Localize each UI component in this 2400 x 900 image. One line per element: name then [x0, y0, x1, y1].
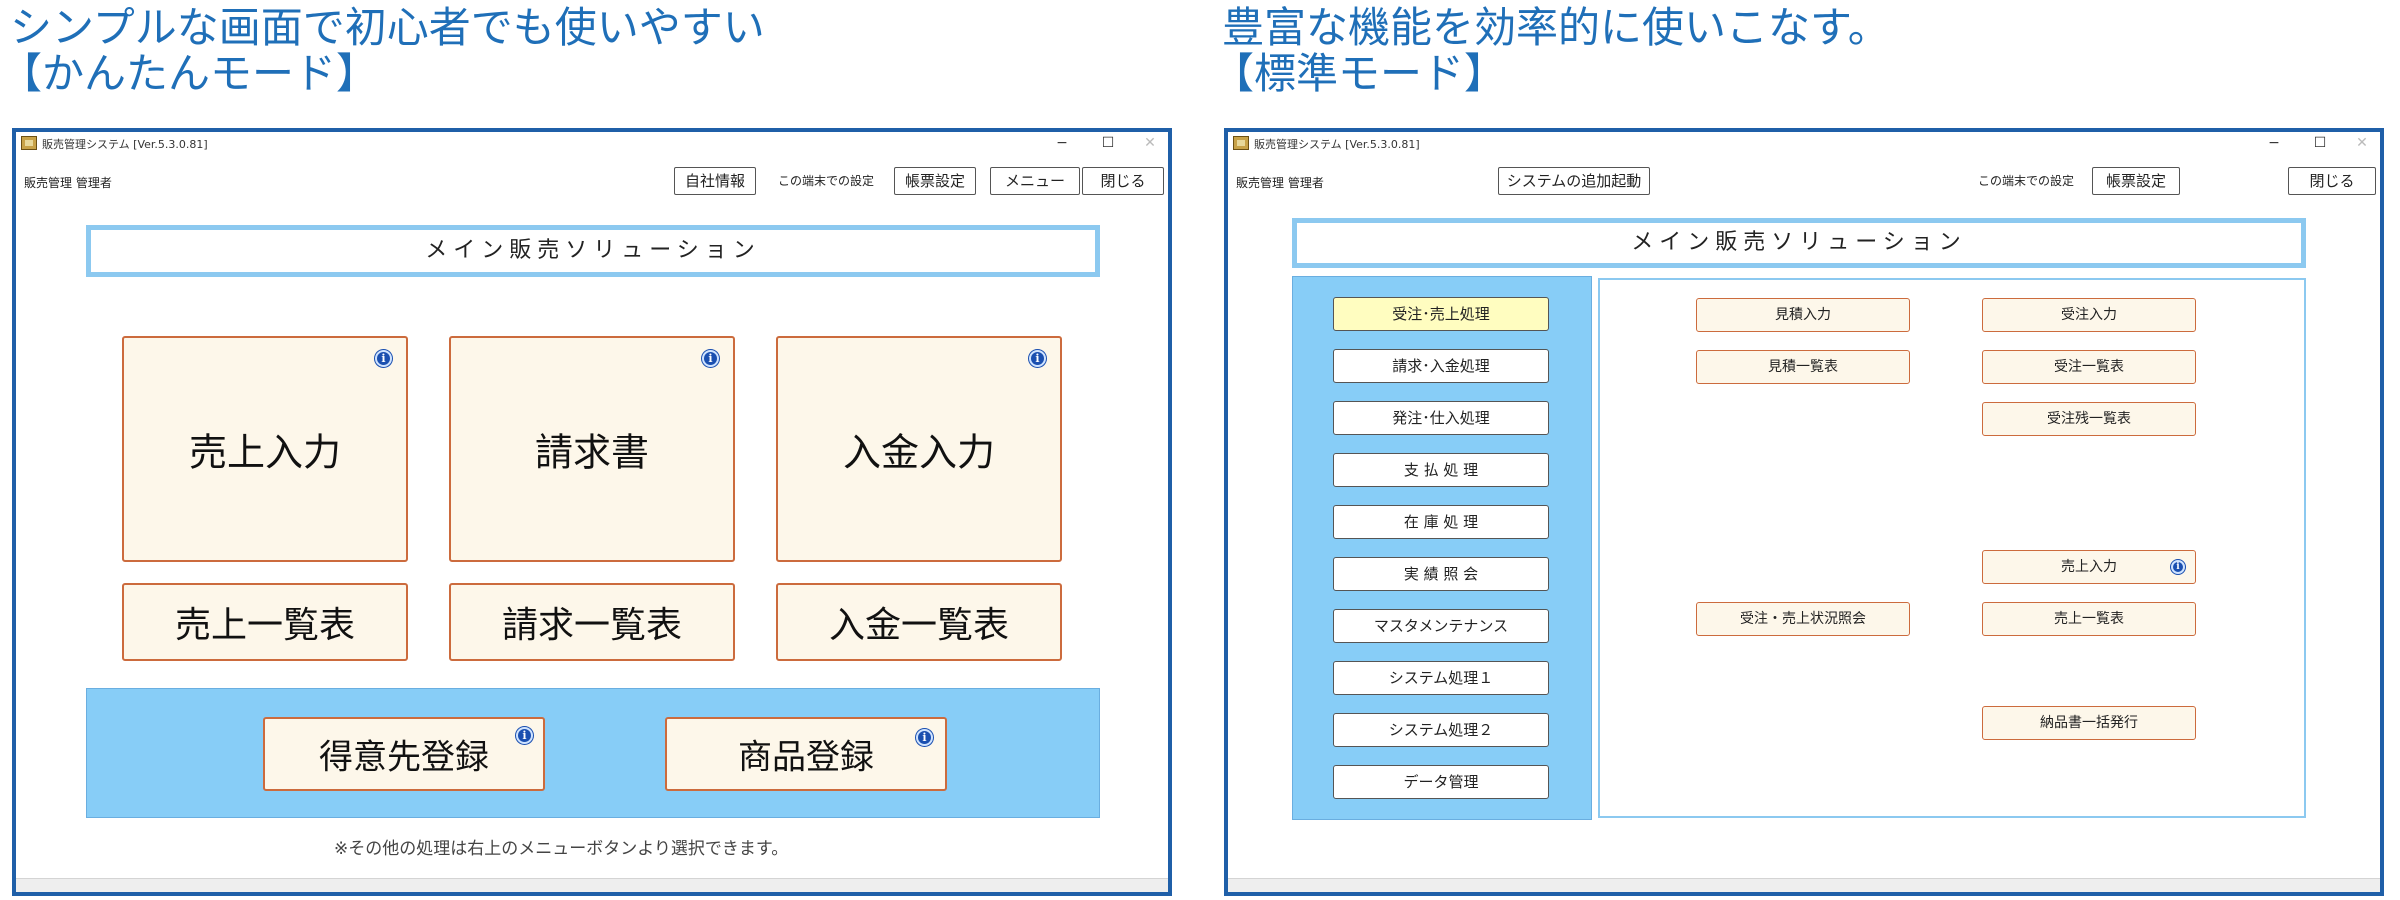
close-button[interactable]: 閉じる [1082, 167, 1164, 195]
invoice-list-label: 請求一覧表 [501, 605, 682, 646]
easy-mode-caption-line1: シンプルな画面で初心者でも使いやすい [10, 3, 765, 52]
info-icon[interactable]: i [702, 350, 719, 367]
close-button[interactable]: 閉じる [2288, 167, 2376, 195]
sales-input-tile[interactable]: 売上入力 i [122, 336, 408, 562]
app-icon [21, 136, 37, 150]
sales-input-label: 売上入力 [188, 430, 341, 475]
order-backlog-button[interactable]: 受注残一覧表 [1982, 402, 2196, 436]
easy-mode-window: 販売管理システム [Ver.5.3.0.81] − ☐ ✕ 販売管理 管理者 自… [12, 128, 1172, 896]
menu-item-payables[interactable]: 支 払 処 理 [1333, 453, 1549, 487]
company-info-button[interactable]: 自社情報 [674, 167, 756, 195]
window-title: 販売管理システム [Ver.5.3.0.81] [1254, 138, 1420, 151]
standard-mode-caption-line2: 【標準モード】 [1212, 49, 1507, 98]
sales-input-button[interactable]: 売上入力 i [1982, 550, 2196, 584]
menu-hint-note: ※その他の処理は右上のメニューボタンより選択できます。 [334, 839, 789, 859]
user-label: 販売管理 管理者 [1236, 176, 1324, 190]
menu-item-system1[interactable]: システム処理１ [1333, 661, 1549, 695]
registration-panel: 得意先登録 i 商品登録 i [86, 688, 1100, 818]
menu-item-billing-payment[interactable]: 請求･入金処理 [1333, 349, 1549, 383]
function-panel: 見積入力 見積一覧表 受注入力 受注一覧表 受注残一覧表 売上入力 i 受注・売… [1598, 278, 2306, 818]
sales-list-tile[interactable]: 売上一覧表 [122, 583, 408, 661]
payment-input-tile[interactable]: 入金入力 i [776, 336, 1062, 562]
standard-mode-window: 販売管理システム [Ver.5.3.0.81] − ☐ ✕ 販売管理 管理者 シ… [1224, 128, 2384, 896]
delivery-batch-button[interactable]: 納品書一括発行 [1982, 706, 2196, 740]
order-list-button[interactable]: 受注一覧表 [1982, 350, 2196, 384]
minimize-button[interactable]: − [1040, 133, 1084, 153]
order-input-button[interactable]: 受注入力 [1982, 298, 2196, 332]
add-system-button[interactable]: システムの追加起動 [1498, 167, 1650, 195]
main-banner: メイン販売ソリューション [1292, 218, 2306, 268]
menu-item-order-sales[interactable]: 受注･売上処理 [1333, 297, 1549, 331]
menu-item-inventory[interactable]: 在 庫 処 理 [1333, 505, 1549, 539]
menu-item-performance[interactable]: 実 績 照 会 [1333, 557, 1549, 591]
terminal-settings-label: この端末での設定 [778, 174, 875, 188]
user-label: 販売管理 管理者 [24, 176, 112, 190]
product-register-label: 商品登録 [738, 737, 874, 778]
window-title: 販売管理システム [Ver.5.3.0.81] [42, 138, 208, 151]
titlebar: 販売管理システム [Ver.5.3.0.81] − ☐ ✕ [16, 132, 1168, 154]
close-window-button[interactable]: ✕ [1128, 133, 1168, 153]
minimize-button[interactable]: − [2252, 133, 2296, 153]
category-menu-panel: 受注･売上処理 請求･入金処理 発注･仕入処理 支 払 処 理 在 庫 処 理 … [1292, 276, 1592, 820]
invoice-list-tile[interactable]: 請求一覧表 [449, 583, 735, 661]
invoice-label: 請求書 [534, 430, 649, 475]
main-banner: メイン販売ソリューション [86, 225, 1100, 277]
menu-item-master[interactable]: マスタメンテナンス [1333, 609, 1549, 643]
maximize-button[interactable]: ☐ [2298, 133, 2342, 153]
payment-list-label: 入金一覧表 [828, 605, 1009, 646]
menu-item-system2[interactable]: システム処理２ [1333, 713, 1549, 747]
form-settings-button[interactable]: 帳票設定 [894, 167, 976, 195]
estimate-input-button[interactable]: 見積入力 [1696, 298, 1910, 332]
customer-register-button[interactable]: 得意先登録 i [263, 717, 545, 791]
info-icon[interactable]: i [516, 727, 533, 744]
easy-mode-caption-line2: 【かんたんモード】 [0, 49, 379, 98]
status-strip [16, 878, 1168, 892]
sales-input-label: 売上入力 [2061, 559, 2117, 575]
menu-item-purchase[interactable]: 発注･仕入処理 [1333, 401, 1549, 435]
standard-mode-caption-line1: 豊富な機能を効率的に使いこなす。 [1222, 3, 1890, 52]
estimate-list-button[interactable]: 見積一覧表 [1696, 350, 1910, 384]
order-sales-status-button[interactable]: 受注・売上状況照会 [1696, 602, 1910, 636]
payment-input-label: 入金入力 [842, 430, 995, 475]
sales-list-button[interactable]: 売上一覧表 [1982, 602, 2196, 636]
app-icon [1233, 136, 1249, 150]
form-settings-button[interactable]: 帳票設定 [2092, 167, 2180, 195]
invoice-tile[interactable]: 請求書 i [449, 336, 735, 562]
menu-button[interactable]: メニュー [990, 167, 1080, 195]
info-icon[interactable]: i [2171, 560, 2185, 574]
info-icon[interactable]: i [375, 350, 392, 367]
sales-list-label: 売上一覧表 [174, 605, 355, 646]
customer-register-label: 得意先登録 [319, 737, 489, 778]
titlebar: 販売管理システム [Ver.5.3.0.81] − ☐ ✕ [1228, 132, 2380, 154]
menu-item-data[interactable]: データ管理 [1333, 765, 1549, 799]
status-strip [1228, 878, 2380, 892]
close-window-button[interactable]: ✕ [2340, 133, 2380, 153]
maximize-button[interactable]: ☐ [1086, 133, 1130, 153]
terminal-settings-label: この端末での設定 [1978, 174, 2075, 188]
info-icon[interactable]: i [916, 729, 933, 746]
product-register-button[interactable]: 商品登録 i [665, 717, 947, 791]
info-icon[interactable]: i [1029, 350, 1046, 367]
payment-list-tile[interactable]: 入金一覧表 [776, 583, 1062, 661]
